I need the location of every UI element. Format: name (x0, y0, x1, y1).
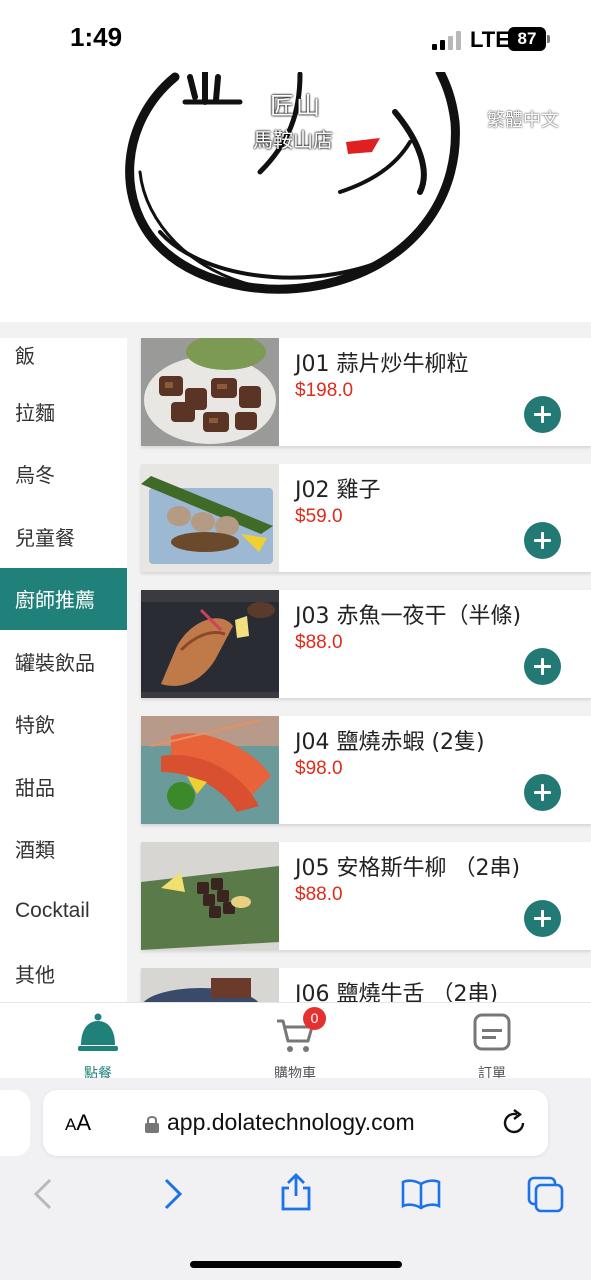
url-text[interactable]: app.dolatechnology.com (167, 1109, 415, 1136)
text-size-button[interactable]: AA (65, 1110, 91, 1136)
food-photo (141, 716, 279, 824)
language-switch[interactable]: 繁體中文 (487, 106, 559, 132)
category-udon[interactable]: 烏冬 (0, 443, 127, 506)
category-special-drinks[interactable]: 特飲 (0, 693, 127, 756)
category-canned-drinks[interactable]: 罐裝飲品 (0, 630, 127, 693)
lock-icon (145, 1116, 159, 1133)
previous-tab-peek[interactable] (0, 1090, 30, 1156)
cloche-icon (78, 1013, 118, 1051)
item-price: $88.0 (295, 884, 343, 905)
item-name: J02 雞子 (295, 478, 381, 503)
logo-title: 匠山 (270, 92, 322, 120)
status-bar: 1:49 LTE 87 (0, 0, 591, 72)
browser-toolbar: AA app.dolatechnology.com (0, 1078, 591, 1280)
category-others[interactable]: 其他 (0, 943, 127, 1003)
item-name: J05 安格斯牛柳 （2串) (295, 856, 521, 881)
category-ramen[interactable]: 拉麵 (0, 380, 127, 443)
logo-subtitle: 馬鞍山店 (253, 128, 333, 152)
bookmarks-icon[interactable] (401, 1178, 441, 1210)
menu-item[interactable]: J02 雞子 $59.0 (141, 464, 591, 572)
item-price: $198.0 (295, 380, 354, 401)
cart-count-badge: 0 (303, 1007, 326, 1030)
item-price: $59.0 (295, 506, 343, 527)
food-photo (141, 842, 279, 950)
menu-item[interactable]: J04 鹽燒赤蝦 (2隻) $98.0 (141, 716, 591, 824)
add-to-cart-button[interactable] (524, 648, 561, 685)
menu-item[interactable]: J06 鹽燒牛舌 （2串) (141, 968, 591, 1002)
item-price: $98.0 (295, 758, 343, 779)
receipt-icon (473, 1013, 511, 1051)
item-name: J04 鹽燒赤蝦 (2隻) (295, 730, 485, 755)
item-name: J01 蒜片炒牛柳粒 (295, 352, 469, 377)
category-sidebar[interactable]: 飯 拉麵 烏冬 兒童餐 廚師推薦 罐裝飲品 特飲 甜品 酒類 Cocktail … (0, 338, 127, 1002)
signal-icon (432, 30, 464, 50)
tabs-icon[interactable] (527, 1176, 565, 1214)
category-desserts[interactable]: 甜品 (0, 755, 127, 818)
forward-arrow-icon[interactable] (160, 1176, 184, 1212)
food-photo (141, 590, 279, 698)
share-icon[interactable] (279, 1172, 313, 1212)
item-name: J06 鹽燒牛舌 （2串) (295, 982, 499, 1002)
home-indicator (190, 1261, 402, 1268)
add-to-cart-button[interactable] (524, 900, 561, 937)
battery-tip (547, 35, 550, 43)
category-alcohol[interactable]: 酒類 (0, 818, 127, 881)
restaurant-banner: 匠山 馬鞍山店 繁體中文 (0, 72, 591, 322)
add-to-cart-button[interactable] (524, 774, 561, 811)
food-photo (141, 968, 279, 1002)
add-to-cart-button[interactable] (524, 522, 561, 559)
address-bar[interactable]: AA app.dolatechnology.com (43, 1090, 548, 1156)
menu-item[interactable]: J01 蒜片炒牛柳粒 $198.0 (141, 338, 591, 446)
bottom-tab-bar: 點餐 0 購物車 訂單 (0, 1002, 591, 1082)
item-price: $88.0 (295, 632, 343, 653)
category-rice[interactable]: 飯 (0, 338, 127, 380)
network-label: LTE (470, 27, 510, 52)
category-kids-meal[interactable]: 兒童餐 (0, 505, 127, 568)
add-to-cart-button[interactable] (524, 396, 561, 433)
food-photo (141, 338, 279, 446)
back-arrow-icon[interactable] (32, 1176, 56, 1212)
food-photo (141, 464, 279, 572)
section-divider (0, 322, 591, 338)
menu-item-list[interactable]: J01 蒜片炒牛柳粒 $198.0 J02 雞子 $59.0 J03 赤魚一夜干… (127, 338, 591, 1002)
menu-item[interactable]: J05 安格斯牛柳 （2串) $88.0 (141, 842, 591, 950)
status-time: 1:49 (70, 22, 123, 52)
menu-item[interactable]: J03 赤魚一夜干（半條) $88.0 (141, 590, 591, 698)
category-chef-recommend[interactable]: 廚師推薦 (0, 567, 127, 630)
category-cocktail[interactable]: Cocktail (0, 880, 127, 943)
reload-icon[interactable] (501, 1109, 529, 1137)
item-name: J03 赤魚一夜干（半條) (295, 604, 522, 629)
battery-icon: 87 (508, 27, 546, 51)
